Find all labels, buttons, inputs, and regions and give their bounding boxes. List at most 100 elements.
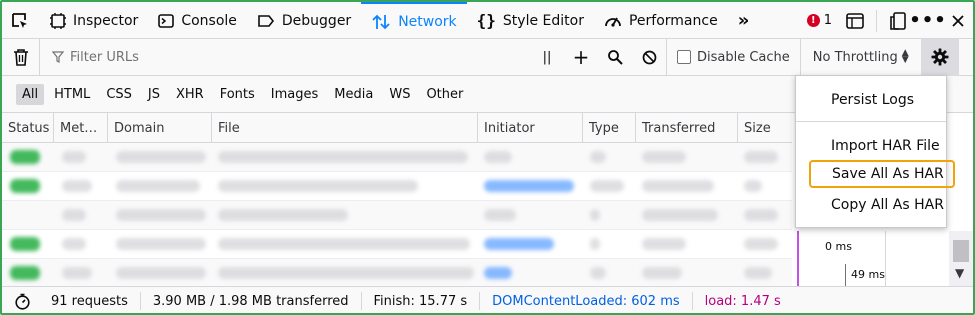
filter-css[interactable]: CSS [100, 84, 138, 105]
filter-all[interactable]: All [16, 83, 45, 105]
table-row[interactable] [2, 172, 792, 201]
tab-debugger[interactable]: Debugger [247, 2, 361, 39]
tab-inspector-label: Inspector [73, 12, 139, 29]
table-row[interactable] [2, 201, 792, 230]
toggle-split-console-button[interactable] [840, 2, 870, 39]
transferred-cell [642, 209, 718, 221]
requests-table-header: Status Met… Domain File Initiator Type T… [2, 113, 792, 143]
status-cell [10, 150, 40, 164]
block-icon [642, 50, 656, 64]
column-size[interactable]: Size [738, 113, 792, 143]
scroll-down-icon[interactable]: ▼ [955, 266, 964, 280]
column-method[interactable]: Met… [54, 113, 108, 143]
split-console-icon [846, 12, 864, 29]
waterfall-gridline [885, 231, 886, 286]
size-cell [744, 209, 778, 221]
persist-logs-label: Persist Logs [831, 92, 915, 108]
tab-style-editor[interactable]: {} Style Editor [467, 2, 594, 39]
network-settings-button[interactable] [920, 38, 959, 76]
pause-button[interactable]: || [530, 39, 564, 76]
load-time: load: 1.47 s [704, 293, 781, 309]
initiator-cell [484, 238, 554, 250]
filter-xhr[interactable]: XHR [170, 84, 210, 105]
element-picker-button[interactable] [2, 2, 40, 39]
filter-urls-input[interactable]: Filter URLs [40, 50, 530, 65]
inspector-icon [50, 12, 66, 29]
menu-item-save-all-har[interactable]: Save All As HAR [809, 160, 955, 188]
tab-network[interactable]: Network [361, 2, 467, 39]
toolbar-separator [876, 9, 877, 32]
type-cell [590, 209, 600, 221]
dom-content-loaded-time: DOMContentLoaded: 602 ms [480, 292, 693, 310]
status-cell [10, 237, 40, 251]
tab-inspector[interactable]: Inspector [40, 2, 148, 39]
table-row[interactable] [2, 230, 792, 259]
import-har-label: Import HAR File [831, 138, 940, 154]
table-row[interactable] [2, 259, 792, 286]
disable-cache-checkbox[interactable]: Disable Cache [666, 38, 800, 76]
vertical-scrollbar[interactable]: ▼ [949, 231, 973, 286]
filter-images[interactable]: Images [265, 84, 325, 105]
block-requests-button[interactable] [632, 39, 666, 76]
filter-js[interactable]: JS [142, 84, 166, 105]
clear-button[interactable] [2, 38, 40, 76]
type-cell [590, 267, 606, 279]
tab-debugger-label: Debugger [281, 12, 352, 29]
filter-ws[interactable]: WS [383, 84, 416, 105]
menu-item-copy-all-har[interactable]: Copy All As HAR [796, 191, 946, 219]
menu-item-import-har[interactable]: Import HAR File [796, 132, 946, 160]
transferred-cell [642, 180, 714, 192]
toolbox-tabbar: Inspector Console Debugger Network {} St… [2, 2, 973, 39]
copy-all-har-label: Copy All As HAR [831, 197, 944, 213]
file-cell [218, 151, 468, 163]
column-domain[interactable]: Domain [108, 113, 212, 143]
column-initiator[interactable]: Initiator [478, 113, 583, 143]
tab-console[interactable]: Console [148, 2, 247, 39]
filter-other[interactable]: Other [420, 84, 469, 105]
tab-network-label: Network [398, 13, 457, 30]
column-transferred[interactable]: Transferred [636, 113, 738, 143]
column-file[interactable]: File [212, 113, 478, 143]
waterfall-label-start: 0 ms [825, 240, 852, 253]
settings-menu: Persist Logs Import HAR File Save All As… [795, 75, 955, 228]
disable-cache-label: Disable Cache [697, 49, 790, 65]
new-request-button[interactable]: + [564, 39, 598, 76]
domain-cell [116, 238, 206, 250]
menu-item-persist-logs[interactable]: Persist Logs [796, 86, 946, 114]
status-cell [10, 179, 40, 193]
stopwatch-icon [15, 293, 30, 310]
column-status[interactable]: Status [2, 113, 54, 143]
domain-cell [116, 180, 200, 192]
chevrons-right-icon: » [737, 10, 750, 31]
filter-fonts[interactable]: Fonts [214, 84, 261, 105]
search-button[interactable] [598, 39, 632, 76]
table-row[interactable] [2, 143, 792, 172]
tab-performance[interactable]: Performance [594, 2, 728, 39]
throttling-select[interactable]: No Throttling ▲ ▼ [799, 38, 921, 76]
scrollbar-thumb[interactable] [953, 240, 969, 262]
method-cell [62, 267, 92, 279]
close-devtools-button[interactable] [943, 2, 973, 39]
method-cell [62, 238, 86, 250]
method-cell [62, 180, 92, 192]
type-cell [590, 238, 600, 250]
filter-icon [52, 51, 64, 63]
transferred-cell [642, 151, 686, 163]
error-count-button[interactable]: ! 1 [799, 13, 840, 28]
column-type[interactable]: Type [583, 113, 636, 143]
save-all-har-label: Save All As HAR [832, 166, 944, 182]
type-cell [590, 180, 624, 192]
filter-media[interactable]: Media [328, 84, 379, 105]
close-icon [952, 14, 964, 27]
method-cell [62, 151, 86, 163]
performance-analysis-button[interactable] [2, 293, 39, 310]
more-tools-button[interactable]: » [728, 2, 760, 39]
initiator-cell [484, 180, 574, 192]
waterfall-tick [845, 264, 846, 286]
element-picker-icon [12, 12, 27, 28]
debugger-icon [258, 14, 274, 27]
search-icon [608, 50, 623, 65]
trash-icon [13, 49, 28, 66]
filter-html[interactable]: HTML [48, 84, 96, 105]
more-options-button[interactable]: ••• [909, 2, 946, 39]
